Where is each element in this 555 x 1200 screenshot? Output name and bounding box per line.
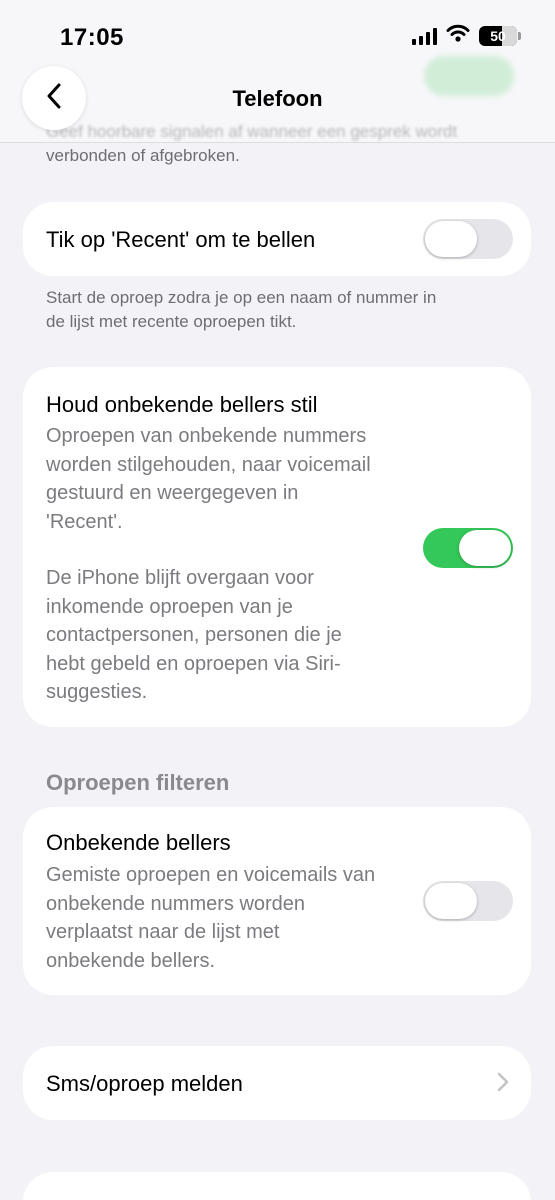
wifi-icon <box>446 24 470 47</box>
toggle-knob <box>425 221 477 257</box>
silence-unknown-label: Houd onbekende bellers stil <box>46 392 318 417</box>
battery-level: 50 <box>490 27 506 44</box>
recent-call-footer-line: Start de oproep zodra je op een naam of … <box>46 288 437 307</box>
report-label: Sms/oproep melden <box>46 1071 243 1096</box>
recent-call-row[interactable]: Tik op 'Recent' om te bellen <box>23 202 531 276</box>
desc-line: Gemiste oproepen en voicemails van <box>46 864 376 886</box>
desc-line: gestuurd en weergegeven in <box>46 482 299 504</box>
desc-line: worden stilgehouden, naar voicemail <box>46 453 371 476</box>
desc-line: 'Recent'. <box>46 510 123 533</box>
unknown-callers-row[interactable]: Onbekende bellers Gemiste oproepen en vo… <box>23 807 531 995</box>
report-row[interactable]: Sms/oproep melden <box>23 1046 531 1120</box>
unknown-callers-desc: Gemiste oproepen en voicemails van onbek… <box>46 861 416 975</box>
toggle-knob <box>425 883 477 919</box>
chevron-right-icon <box>497 1072 509 1097</box>
recent-call-footer-line: de lijst met recente oproepen tikt. <box>46 312 297 331</box>
next-settings-row[interactable] <box>23 1172 531 1200</box>
silence-unknown-toggle[interactable] <box>423 528 513 568</box>
silence-unknown-desc-2: De iPhone blijft overgaan voor inkomende… <box>46 564 416 707</box>
intro-footer: verbonden of afgebroken. <box>46 146 240 165</box>
unknown-callers-toggle[interactable] <box>423 881 513 921</box>
status-time: 17:05 <box>60 24 124 51</box>
status-icons: 50 <box>412 24 521 47</box>
recent-call-label: Tik op 'Recent' om te bellen <box>46 227 316 252</box>
recent-call-toggle[interactable] <box>423 219 513 259</box>
desc-line: verplaatst naar de lijst met <box>46 921 280 943</box>
settings-screen: verbonden of afgebroken. Tik op 'Recent'… <box>0 0 555 1200</box>
cellular-signal-icon <box>412 27 437 45</box>
silence-unknown-desc-1: Oproepen van onbekende nummers worden st… <box>46 422 416 536</box>
desc-line: contactpersonen, personen die je <box>46 624 342 646</box>
desc-line: De iPhone blijft overgaan voor <box>46 567 314 589</box>
desc-line: suggesties. <box>46 681 148 703</box>
status-bar: 17:05 50 <box>0 0 555 70</box>
desc-line: hebt gebeld en oproepen via Siri- <box>46 652 341 675</box>
desc-line: inkomende oproepen van je <box>46 595 293 618</box>
desc-line: onbekende nummers worden <box>46 892 306 915</box>
toggle-knob <box>459 530 511 566</box>
desc-line: onbekende bellers. <box>46 949 216 972</box>
page-title: Telefoon <box>232 86 323 111</box>
desc-line: Oproepen van onbekende nummers <box>46 425 367 447</box>
blurred-background-text: Geef hoorbare signalen af wanneer een ge… <box>46 122 458 141</box>
battery-icon: 50 <box>479 25 521 46</box>
filter-section-header: Oproepen filteren <box>46 770 230 795</box>
unknown-callers-label: Onbekende bellers <box>46 830 231 855</box>
silence-unknown-row[interactable]: Houd onbekende bellers stil Oproepen van… <box>23 367 531 727</box>
recent-call-footer: Start de oproep zodra je op een naam of … <box>46 286 516 334</box>
